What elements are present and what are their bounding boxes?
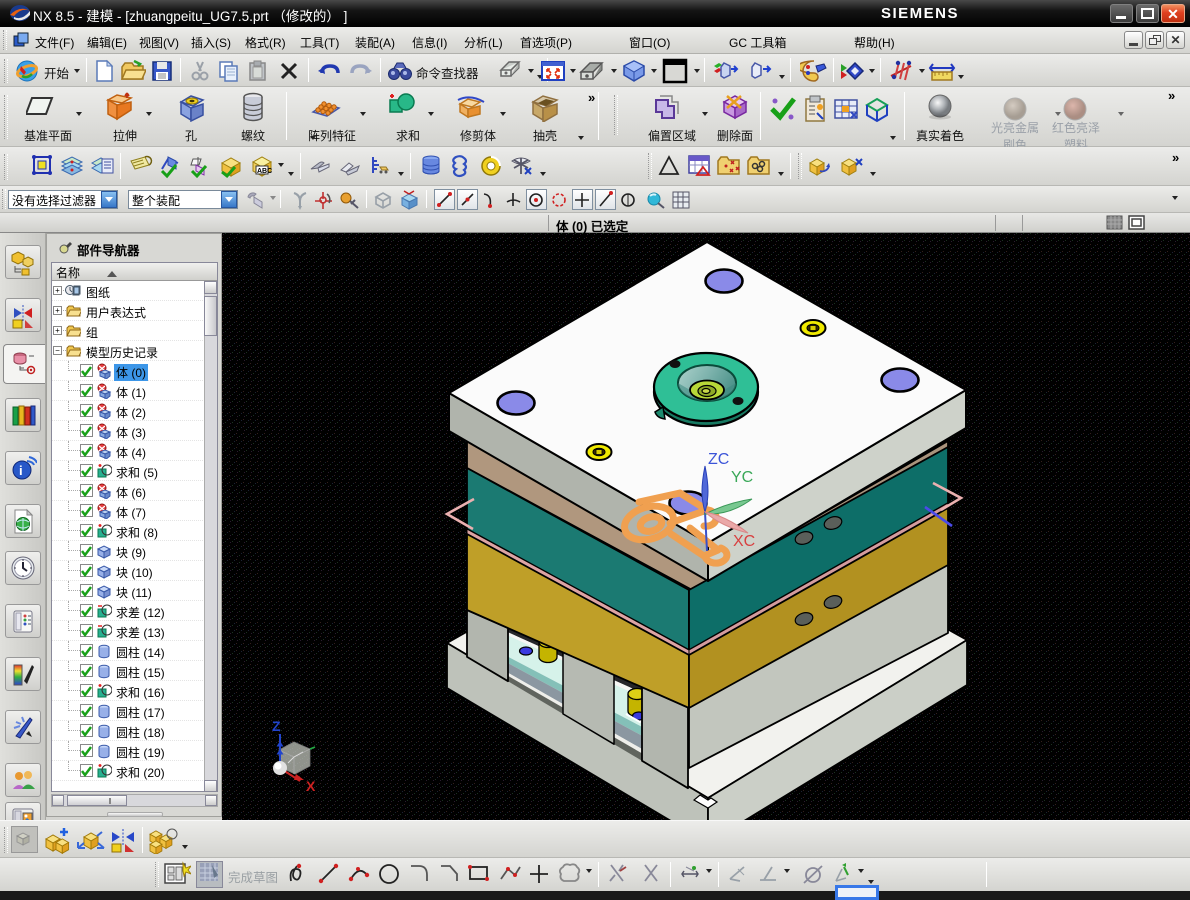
svg-text:i: i — [19, 463, 23, 478]
svg-text:X: X — [306, 778, 316, 794]
svg-text:YC: YC — [731, 469, 753, 486]
svg-text:ABC: ABC — [257, 168, 272, 175]
svg-text:ZC: ZC — [708, 451, 729, 468]
svg-text:XC: XC — [733, 533, 755, 550]
svg-text:Z: Z — [272, 718, 281, 734]
